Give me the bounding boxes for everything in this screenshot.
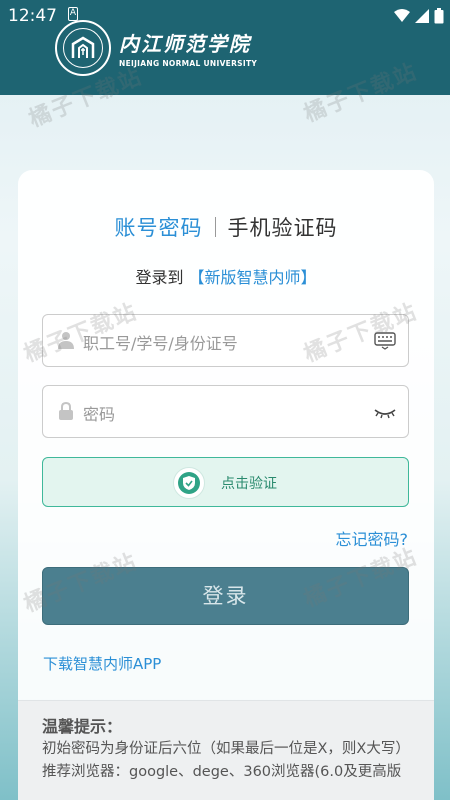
notification-icon: A [68,7,78,21]
school-name-cn: 内江师范学院 [119,32,251,56]
app-header: 12:47 A 内江师范学院 NEIJIANG NORMAL UNIVERSIT… [0,0,450,95]
login-button[interactable]: 登录 [42,567,409,625]
username-field[interactable]: 职工号/学号/身份证号 [42,314,409,367]
login-to-prefix: 登录到 [135,268,184,287]
status-icons [394,8,444,24]
keyboard-icon[interactable] [374,332,396,350]
tab-account-password[interactable]: 账号密码 [115,216,203,240]
status-time: 12:47 [8,6,57,26]
shield-check-icon [183,476,195,490]
login-target: 登录到 【新版智慧内师】 [18,264,434,288]
tab-phone-code[interactable]: 手机验证码 [228,216,338,240]
verify-label: 点击验证 [221,476,277,492]
battery-icon [434,8,444,24]
tab-divider [214,217,216,237]
tips-panel: 温馨提示： 初始密码为身份证后六位（如果最后一位是X，则X大写） 推荐浏览器：g… [18,700,434,800]
tips-title: 温馨提示： [42,717,123,736]
captcha-verify-button[interactable]: 点击验证 [42,457,409,507]
login-card: 账号密码 手机验证码 登录到 【新版智慧内师】 职工号/学号/身份证号 密码 点击… [18,170,434,800]
password-placeholder: 密码 [83,405,116,424]
tips-line-password: 初始密码为身份证后六位（如果最后一位是X，则X大写） [42,741,410,757]
username-placeholder: 职工号/学号/身份证号 [83,334,238,353]
forgot-password-link[interactable]: 忘记密码? [336,526,409,550]
school-seal-icon [55,20,111,76]
user-icon [58,332,74,349]
eye-closed-icon[interactable] [374,403,396,421]
wifi-icon [394,9,410,22]
login-to-system: 【新版智慧内师】 [188,268,317,287]
login-tabs: 账号密码 手机验证码 [18,212,434,242]
tips-line-browser: 推荐浏览器：google、dege、360浏览器(6.0及更高版 [42,764,402,780]
signal-icon [415,9,429,23]
school-logo: 内江师范学院 NEIJIANG NORMAL UNIVERSITY [55,20,257,76]
verify-badge [173,467,205,499]
lock-icon [59,402,73,420]
school-name-en: NEIJIANG NORMAL UNIVERSITY [119,59,258,68]
password-field[interactable]: 密码 [42,385,409,438]
download-app-link[interactable]: 下载智慧内师APP [43,653,161,674]
